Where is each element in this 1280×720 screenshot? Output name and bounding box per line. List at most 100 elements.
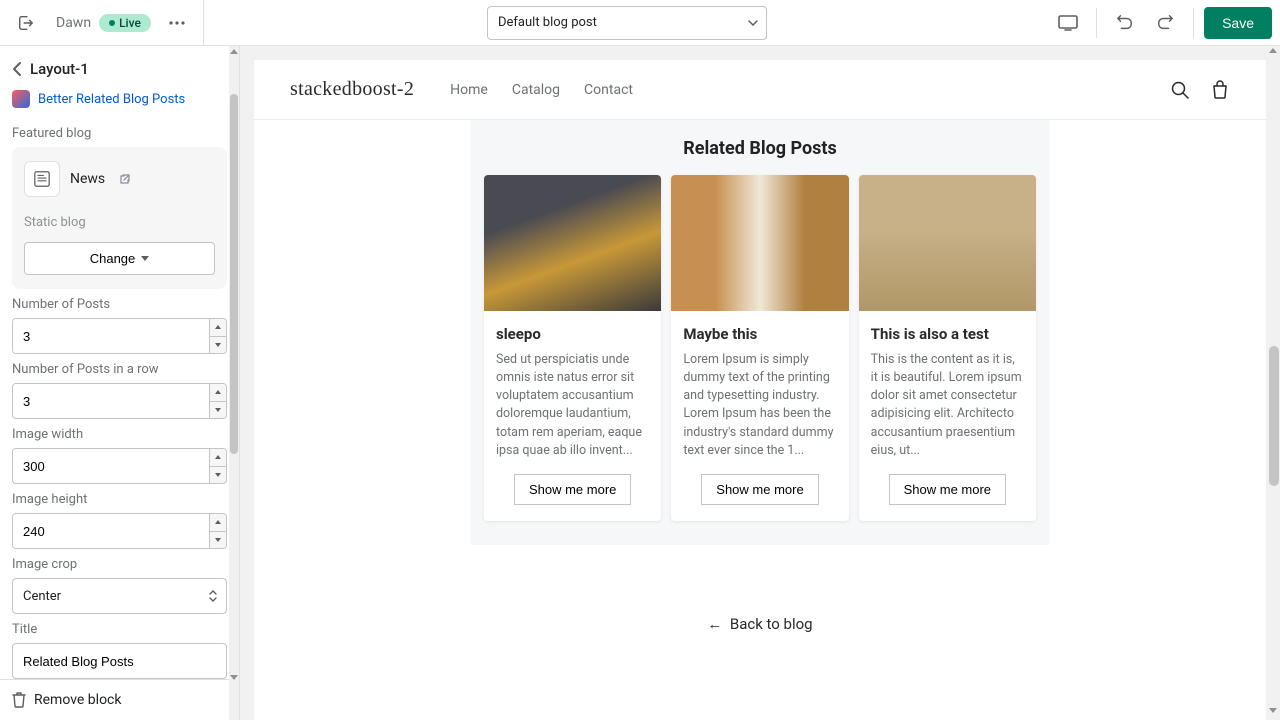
nav-contact[interactable]: Contact	[584, 82, 633, 98]
related-title: Related Blog Posts	[470, 138, 1050, 159]
store-header: stackedboost-2 Home Catalog Contact	[254, 60, 1266, 120]
featured-blog-label: Featured blog	[12, 126, 227, 141]
preview-scrollbar[interactable]	[1268, 46, 1280, 720]
increment-button[interactable]	[210, 319, 226, 337]
scroll-thumb[interactable]	[1269, 346, 1279, 486]
live-dot-icon	[109, 20, 115, 26]
scroll-up-icon	[229, 46, 239, 56]
post-card: This is also a test This is the content …	[859, 175, 1036, 521]
sidebar-scrollbar[interactable]	[229, 46, 239, 720]
nav-catalog[interactable]: Catalog	[512, 82, 560, 98]
scroll-thumb[interactable]	[230, 94, 238, 454]
viewport-desktop-button[interactable]	[1050, 5, 1086, 41]
blog-icon	[24, 161, 60, 197]
chevron-left-icon	[12, 61, 22, 77]
template-label: Default blog post	[498, 15, 597, 30]
back-to-blog-link[interactable]: ← Back to blog	[254, 615, 1266, 633]
decrement-button[interactable]	[210, 337, 226, 354]
num-per-row-label: Number of Posts in a row	[12, 362, 227, 377]
template-select[interactable]: Default blog post	[487, 6, 767, 40]
cart-icon	[1210, 80, 1230, 100]
increment-button[interactable]	[210, 514, 226, 532]
preview-pane: stackedboost-2 Home Catalog Contact Rela…	[240, 46, 1280, 720]
increment-button[interactable]	[210, 449, 226, 467]
num-posts-input[interactable]	[12, 318, 227, 354]
dots-icon	[169, 21, 185, 25]
image-crop-label: Image crop	[12, 557, 227, 572]
image-width-field[interactable]	[13, 449, 209, 483]
change-blog-button[interactable]: Change	[24, 242, 215, 275]
live-badge: Live	[99, 14, 151, 32]
decrement-button[interactable]	[210, 402, 226, 419]
post-title[interactable]: sleepo	[496, 325, 649, 343]
exit-icon	[17, 14, 35, 32]
arrow-left-icon: ←	[707, 615, 722, 633]
caret-down-icon	[748, 20, 758, 26]
search-button[interactable]	[1170, 80, 1190, 100]
post-card: Maybe this Lorem Ipsum is simply dummy t…	[671, 175, 848, 521]
image-width-label: Image width	[12, 427, 227, 442]
exit-editor-button[interactable]	[8, 5, 44, 41]
select-caret-icon	[208, 589, 218, 603]
more-actions-button[interactable]	[163, 9, 191, 37]
back-label: Back to blog	[730, 615, 813, 633]
trash-icon	[12, 692, 26, 708]
title-input[interactable]	[12, 643, 227, 679]
post-card: sleepo Sed ut perspiciatis unde omnis is…	[484, 175, 661, 521]
caret-down-icon	[141, 256, 149, 261]
app-block-row[interactable]: Better Related Blog Posts	[0, 86, 239, 118]
blog-name: News	[70, 171, 105, 187]
image-height-label: Image height	[12, 492, 227, 507]
show-more-button[interactable]: Show me more	[514, 474, 631, 505]
static-blog-label: Static blog	[24, 215, 215, 230]
settings-sidebar: Layout-1 Better Related Blog Posts Featu…	[0, 46, 240, 720]
live-label: Live	[119, 16, 141, 30]
change-label: Change	[90, 251, 136, 266]
num-per-row-field[interactable]	[13, 384, 209, 418]
show-more-button[interactable]: Show me more	[889, 474, 1006, 505]
scroll-down-icon	[1269, 708, 1279, 718]
cart-button[interactable]	[1210, 80, 1230, 100]
theme-name: Dawn	[56, 15, 91, 31]
num-posts-field[interactable]	[13, 319, 209, 353]
nav-home[interactable]: Home	[450, 82, 488, 98]
post-excerpt: Lorem Ipsum is simply dummy text of the …	[683, 351, 836, 460]
back-button[interactable]	[12, 61, 22, 77]
post-image[interactable]	[671, 175, 848, 311]
num-per-row-input[interactable]	[12, 383, 227, 419]
increment-button[interactable]	[210, 384, 226, 402]
image-height-field[interactable]	[13, 514, 209, 548]
remove-label: Remove block	[34, 692, 121, 708]
post-title[interactable]: Maybe this	[683, 325, 836, 343]
post-title[interactable]: This is also a test	[871, 325, 1024, 343]
remove-block-button[interactable]: Remove block	[0, 679, 239, 720]
search-icon	[1170, 80, 1190, 100]
undo-button[interactable]	[1107, 5, 1143, 41]
image-crop-select[interactable]: Center	[12, 578, 227, 614]
post-excerpt: Sed ut perspiciatis unde omnis iste natu…	[496, 351, 649, 460]
store-logo[interactable]: stackedboost-2	[290, 78, 414, 101]
divider	[1096, 8, 1097, 38]
image-width-input[interactable]	[12, 448, 227, 484]
post-image[interactable]	[484, 175, 661, 311]
image-height-input[interactable]	[12, 513, 227, 549]
external-link-icon[interactable]	[119, 173, 131, 185]
post-image[interactable]	[859, 175, 1036, 311]
undo-icon	[1116, 14, 1134, 32]
desktop-icon	[1058, 15, 1078, 31]
post-excerpt: This is the content as it is, it is beau…	[871, 351, 1024, 460]
redo-button[interactable]	[1147, 5, 1183, 41]
image-crop-value: Center	[23, 589, 61, 604]
featured-blog-card: News Static blog Change	[12, 147, 227, 289]
num-posts-label: Number of Posts	[12, 297, 227, 312]
title-label: Title	[12, 622, 227, 637]
scroll-down-icon	[229, 672, 239, 682]
save-button[interactable]: Save	[1204, 7, 1272, 39]
app-icon	[12, 90, 30, 108]
show-more-button[interactable]: Show me more	[701, 474, 818, 505]
decrement-button[interactable]	[210, 532, 226, 549]
decrement-button[interactable]	[210, 467, 226, 484]
divider	[1193, 8, 1194, 38]
redo-icon	[1156, 14, 1174, 32]
related-posts-section: Related Blog Posts sleepo Sed ut perspic…	[470, 120, 1050, 545]
